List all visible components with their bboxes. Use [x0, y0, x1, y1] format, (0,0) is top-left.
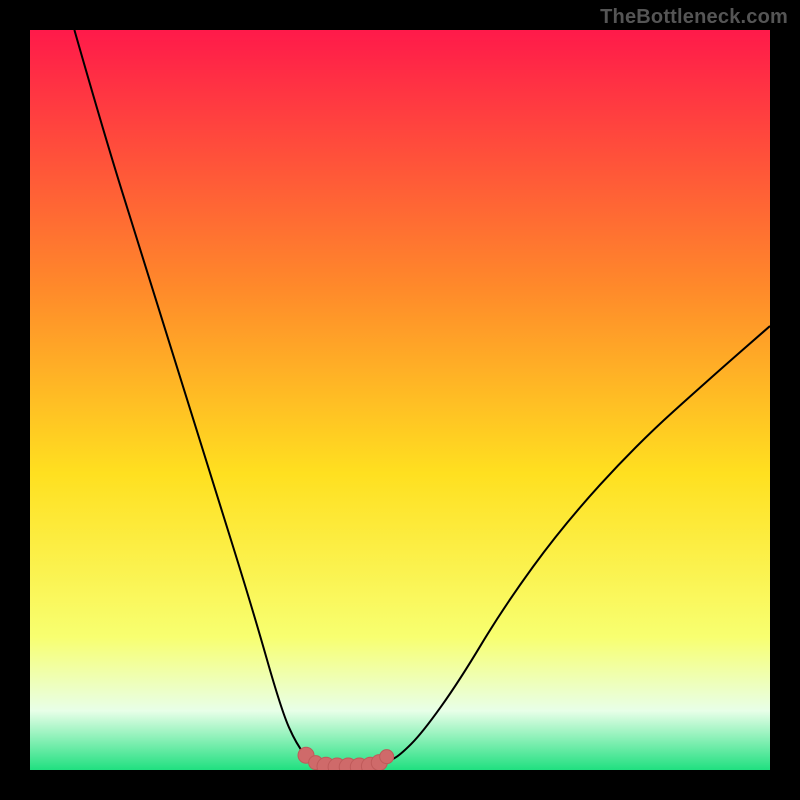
data-marker: [380, 750, 394, 764]
chart-frame: TheBottleneck.com: [0, 0, 800, 800]
chart-svg: [30, 30, 770, 770]
gradient-background: [30, 30, 770, 770]
plot-area: [30, 30, 770, 770]
watermark-text: TheBottleneck.com: [600, 6, 788, 29]
